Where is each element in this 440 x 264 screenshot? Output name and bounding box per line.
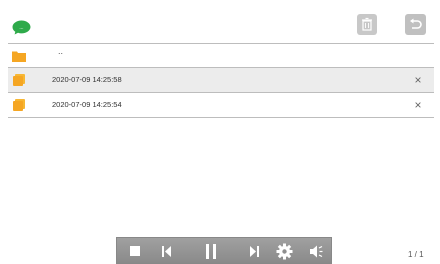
volume-button[interactable] — [303, 238, 330, 264]
files-icon — [13, 74, 25, 86]
chat-bubble-icon: ... — [12, 20, 31, 35]
previous-icon — [162, 246, 171, 257]
parent-folder-row[interactable]: .. — [8, 44, 434, 68]
pause-button[interactable] — [197, 238, 224, 264]
back-button[interactable] — [405, 14, 426, 35]
speaker-icon — [310, 245, 323, 258]
stop-button[interactable] — [121, 238, 148, 264]
list-item[interactable]: 2020-07-09 14:25:54 × — [8, 93, 434, 117]
header-bar: ... — [0, 0, 440, 43]
settings-gear-icon — [276, 243, 293, 260]
logo-text: ... — [19, 25, 23, 31]
list-item-label: 2020-07-09 14:25:54 — [52, 100, 122, 109]
page-indicator: 1 / 1 — [408, 250, 424, 259]
stop-icon — [130, 246, 140, 256]
folder-icon — [12, 51, 26, 62]
settings-button[interactable] — [271, 238, 298, 264]
divider — [8, 117, 434, 118]
list-item-label: 2020-07-09 14:25:58 — [52, 75, 122, 84]
return-arrow-icon — [410, 18, 422, 29]
delete-item-button[interactable]: × — [410, 97, 426, 113]
next-button[interactable] — [241, 238, 268, 264]
player-toolbar — [116, 237, 332, 264]
delete-item-button[interactable]: × — [410, 72, 426, 88]
previous-button[interactable] — [153, 238, 180, 264]
pause-icon — [206, 244, 216, 259]
list-item[interactable]: 2020-07-09 14:25:58 × — [8, 68, 434, 92]
parent-folder-label: .. — [58, 46, 64, 56]
files-icon — [13, 99, 25, 111]
trash-icon — [362, 17, 372, 31]
delete-all-button[interactable] — [357, 14, 377, 35]
next-icon — [250, 246, 259, 257]
